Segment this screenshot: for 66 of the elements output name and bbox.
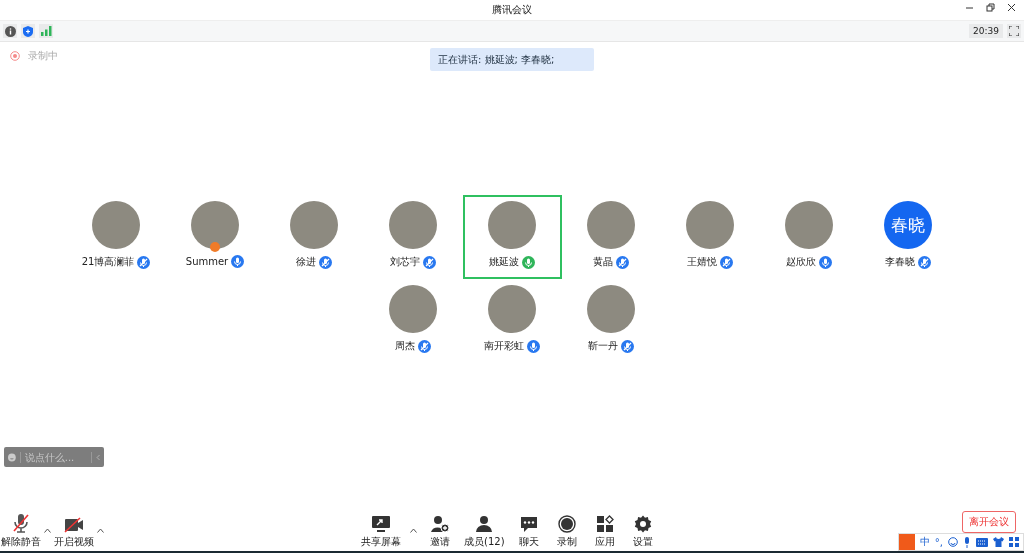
participant-name: 刘芯宇 (390, 255, 420, 269)
window-title: 腾讯会议 (492, 3, 532, 17)
emoji-icon[interactable] (8, 451, 16, 463)
participant-name: 21博高澜菲 (81, 255, 135, 269)
invite-button[interactable]: 邀请 (425, 515, 455, 549)
speaking-banner: 正在讲话: 姚延波; 李春晓; (430, 48, 594, 71)
add-person-icon (430, 515, 450, 533)
avatar-photo-placeholder (389, 201, 437, 249)
avatar-photo-placeholder (686, 201, 734, 249)
participant-name: 周杰 (395, 339, 415, 353)
settings-icon (633, 515, 652, 533)
caret-icon[interactable] (97, 528, 104, 533)
participant-name: 姚延波 (489, 255, 519, 269)
caret-icon[interactable] (44, 528, 51, 533)
close-icon[interactable] (1007, 3, 1016, 12)
share-button[interactable]: 共享屏幕 (360, 515, 402, 549)
grid-icon[interactable] (1009, 537, 1019, 547)
avatar-photo-placeholder (587, 201, 635, 249)
avatar-photo-placeholder (92, 201, 140, 249)
avatar-photo-placeholder (587, 285, 635, 333)
participant-name: 黄晶 (593, 255, 613, 269)
meeting-time: 20:39 (969, 24, 1003, 38)
ime-logo-icon[interactable] (898, 534, 915, 550)
muted-mic-icon (12, 513, 30, 533)
chat-field[interactable]: 说点什么... (19, 451, 92, 463)
settings-button[interactable]: 设置 (627, 515, 658, 549)
members-button[interactable]: 成员(12) (463, 515, 506, 549)
avatar-photo-placeholder (488, 201, 536, 249)
record-icon (557, 515, 576, 533)
participant-name: 赵欣欣 (786, 255, 816, 269)
avatar-photo-placeholder (488, 285, 536, 333)
avatar-photo-placeholder (785, 201, 833, 249)
participant-name: 徐进 (296, 255, 316, 269)
mic-button[interactable]: 解除静音 (0, 513, 42, 549)
shield-icon[interactable] (23, 25, 33, 37)
ime-punctuation[interactable]: °, (934, 536, 943, 548)
person-icon (475, 515, 494, 533)
participant-name: 南开彩虹 (484, 339, 524, 353)
chat-button[interactable]: 聊天 (513, 515, 544, 549)
participant-name: Summer (185, 256, 229, 267)
avatar-photo-placeholder (389, 285, 437, 333)
fullscreen-icon[interactable] (1009, 26, 1019, 36)
restore-icon[interactable] (986, 3, 995, 12)
video-off-icon (64, 517, 84, 533)
leave-meeting-button[interactable]: 离开会议 (962, 511, 1016, 533)
caret-icon[interactable] (410, 528, 417, 533)
mic-icon[interactable] (963, 536, 971, 548)
participant-name: 靳一丹 (588, 339, 618, 353)
recording-label: 录制中 (28, 49, 58, 63)
chat-bubble-icon (519, 515, 538, 533)
ime-mode[interactable]: 中 (919, 535, 930, 549)
camera-button[interactable]: 开启视频 (53, 517, 95, 549)
avatar-photo-placeholder (290, 201, 338, 249)
keyboard-icon[interactable] (976, 537, 988, 547)
info-icon[interactable] (4, 25, 16, 37)
record-icon (10, 51, 20, 61)
apps-icon (595, 515, 614, 533)
record-button[interactable]: 录制 (551, 515, 582, 549)
avatar-initials: 春晓 (884, 201, 932, 249)
shirt-icon[interactable] (993, 537, 1004, 547)
emoji-icon[interactable] (948, 537, 958, 547)
participant-name: 王婧悦 (687, 255, 717, 269)
apps-button[interactable]: 应用 (589, 515, 620, 549)
participant-name: 李春晓 (885, 255, 915, 269)
chat-bar[interactable]: 说点什么... (4, 447, 104, 467)
screen-icon (371, 515, 391, 533)
